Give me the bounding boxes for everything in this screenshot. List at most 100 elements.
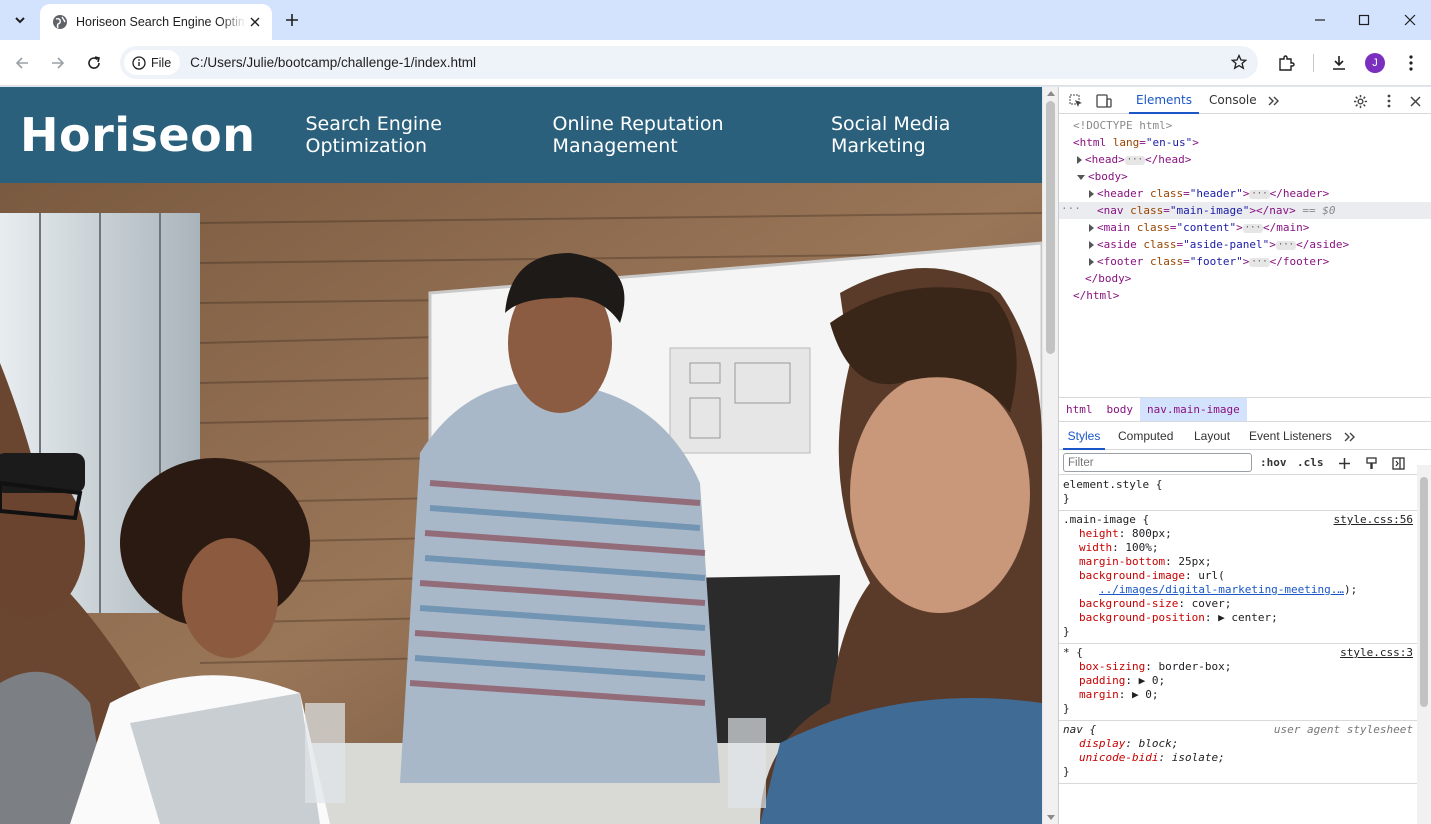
nav-link-social[interactable]: Social Media Marketing — [831, 113, 1012, 157]
url-text[interactable]: C:/Users/Julie/bootcamp/challenge-1/inde… — [190, 55, 476, 70]
tab-title: Horiseon Search Engine Optimization — [76, 15, 246, 29]
collapsed-ellipsis-icon[interactable]: ··· — [1249, 189, 1270, 199]
dom-nav-node-selected[interactable]: ··· <nav class="main-image"></nav> == $0 — [1059, 202, 1431, 219]
arrow-right-icon — [52, 57, 65, 69]
collapse-triangle-icon[interactable] — [1077, 174, 1085, 180]
dom-main-node[interactable]: <main class="content"> ··· </main> — [1059, 219, 1431, 236]
dom-doctype[interactable]: <!DOCTYPE html> — [1059, 117, 1431, 134]
style-prop-row[interactable]: background-size: cover; — [1063, 597, 1413, 611]
style-prop-row[interactable]: margin-bottom: 25px; — [1063, 555, 1413, 569]
collapsed-ellipsis-icon[interactable]: ··· — [1249, 257, 1270, 267]
dom-header-node[interactable]: <header class="header"> ··· </header> — [1059, 185, 1431, 202]
back-button[interactable] — [10, 51, 34, 75]
page-scrollbar[interactable] — [1042, 87, 1058, 824]
devtools-settings-button[interactable] — [1351, 92, 1369, 110]
styles-scroll-thumb[interactable] — [1420, 477, 1428, 707]
site-logo[interactable]: Horiseon — [20, 108, 255, 162]
toggle-sidebar-button[interactable] — [1389, 454, 1407, 472]
browser-menu-button[interactable] — [1399, 51, 1423, 75]
minimize-button[interactable] — [1308, 8, 1332, 32]
new-style-rule-button[interactable] — [1335, 454, 1353, 472]
profile-avatar[interactable]: J — [1365, 53, 1385, 73]
style-prop-url-row[interactable]: ../images/digital-marketing-meeting.…); — [1063, 583, 1413, 597]
rendering-emulation-button[interactable] — [1362, 454, 1380, 472]
double-chevron-right-icon — [1344, 432, 1355, 442]
tab-computed[interactable]: Computed — [1118, 423, 1173, 450]
maximize-button[interactable] — [1352, 8, 1376, 32]
styles-scrollbar[interactable] — [1417, 465, 1431, 824]
downloads-button[interactable] — [1327, 51, 1351, 75]
tab-event-listeners[interactable]: Event Listeners — [1249, 423, 1332, 450]
tab-styles[interactable]: Styles — [1063, 423, 1105, 450]
hover-state-toggle[interactable]: :hov — [1260, 456, 1287, 469]
new-tab-button[interactable] — [282, 10, 302, 30]
rule-selector[interactable]: element.style { — [1063, 478, 1413, 492]
dom-footer-node[interactable]: <footer class="footer"> ··· </footer> — [1059, 253, 1431, 270]
expand-triangle-icon[interactable] — [1077, 156, 1082, 164]
expand-triangle-icon[interactable] — [1089, 258, 1094, 266]
more-subtabs-button[interactable] — [1341, 428, 1359, 446]
close-tab-icon[interactable] — [246, 13, 264, 31]
kebab-menu-icon — [1409, 55, 1413, 71]
dom-body-close[interactable]: </body> — [1059, 270, 1431, 287]
style-prop-row[interactable]: background-image: url( — [1063, 569, 1413, 583]
expand-triangle-icon[interactable] — [1089, 190, 1094, 198]
address-bar[interactable]: File C:/Users/Julie/bootcamp/challenge-1… — [120, 46, 1258, 79]
nav-link-seo[interactable]: Search Engine Optimization — [305, 113, 522, 157]
breadcrumb-body[interactable]: body — [1100, 398, 1141, 421]
reload-button[interactable] — [82, 51, 106, 75]
dom-head-node[interactable]: <head> ··· </head> — [1059, 151, 1431, 168]
device-icon — [1096, 94, 1112, 108]
style-prop-row[interactable]: width: 100%; — [1063, 541, 1413, 555]
collapsed-ellipsis-icon[interactable]: ··· — [1242, 223, 1263, 233]
breadcrumb-html[interactable]: html — [1059, 398, 1100, 421]
extensions-button[interactable] — [1274, 51, 1298, 75]
dom-tree: <!DOCTYPE html> <html lang="en-us"> <hea… — [1059, 114, 1431, 397]
devtools-menu-button[interactable] — [1380, 92, 1398, 110]
scroll-up-arrow[interactable] — [1047, 91, 1055, 96]
tab-elements[interactable]: Elements — [1129, 87, 1199, 114]
tab-layout[interactable]: Layout — [1194, 423, 1230, 450]
style-rule-universal: * { style.css:3 box-sizing: border-box; … — [1059, 644, 1417, 721]
page-scroll-thumb[interactable] — [1046, 101, 1055, 354]
style-prop-row[interactable]: display: block; — [1063, 737, 1413, 751]
scroll-down-arrow[interactable] — [1047, 815, 1055, 820]
gear-icon — [1353, 94, 1367, 108]
row-actions-icon[interactable]: ··· — [1061, 200, 1081, 217]
dom-html-close[interactable]: </html> — [1059, 287, 1431, 304]
devtools-panel: Elements Console <!DOCTYPE html> <html l… — [1058, 87, 1431, 824]
browser-tab-active[interactable]: Horiseon Search Engine Optimization — [40, 4, 272, 40]
close-window-button[interactable] — [1398, 8, 1422, 32]
background-image-url-link[interactable]: ../images/digital-marketing-meeting.… — [1099, 583, 1344, 596]
close-icon — [1409, 95, 1421, 107]
forward-button[interactable] — [46, 51, 70, 75]
dom-aside-node[interactable]: <aside class="aside-panel"> ··· </aside> — [1059, 236, 1431, 253]
info-icon — [132, 55, 146, 70]
style-prop-row[interactable]: background-position: ▶ center; — [1063, 611, 1413, 625]
nav-link-reputation[interactable]: Online Reputation Management — [553, 113, 801, 157]
style-prop-row[interactable]: height: 800px; — [1063, 527, 1413, 541]
style-prop-row[interactable]: padding: ▶ 0; — [1063, 674, 1413, 688]
close-devtools-button[interactable] — [1406, 92, 1424, 110]
inspect-element-button[interactable] — [1067, 92, 1085, 110]
styles-filter-input[interactable] — [1063, 453, 1252, 472]
bookmark-button[interactable] — [1228, 51, 1250, 73]
more-tabs-button[interactable] — [1265, 92, 1283, 110]
collapsed-ellipsis-icon[interactable]: ··· — [1124, 155, 1146, 165]
site-info-chip[interactable]: File — [124, 50, 181, 75]
collapsed-ellipsis-icon[interactable]: ··· — [1275, 240, 1297, 250]
expand-triangle-icon[interactable] — [1089, 224, 1094, 232]
dom-body-node[interactable]: <body> — [1059, 168, 1431, 185]
style-prop-row[interactable]: box-sizing: border-box; — [1063, 660, 1413, 674]
breadcrumb-nav-main-image[interactable]: nav.main-image — [1140, 398, 1247, 421]
tab-search-button[interactable] — [8, 8, 32, 32]
style-prop-row[interactable]: unicode-bidi: isolate; — [1063, 751, 1413, 765]
expand-triangle-icon[interactable] — [1089, 241, 1094, 249]
class-toggle[interactable]: .cls — [1297, 456, 1324, 469]
tab-console[interactable]: Console — [1209, 87, 1257, 114]
rule-source-link[interactable]: style.css:56 — [1334, 513, 1413, 526]
device-toolbar-button[interactable] — [1095, 92, 1113, 110]
dom-html-node[interactable]: <html lang="en-us"> — [1059, 134, 1431, 151]
style-prop-row[interactable]: margin: ▶ 0; — [1063, 688, 1413, 702]
rule-source-link[interactable]: style.css:3 — [1340, 646, 1413, 659]
